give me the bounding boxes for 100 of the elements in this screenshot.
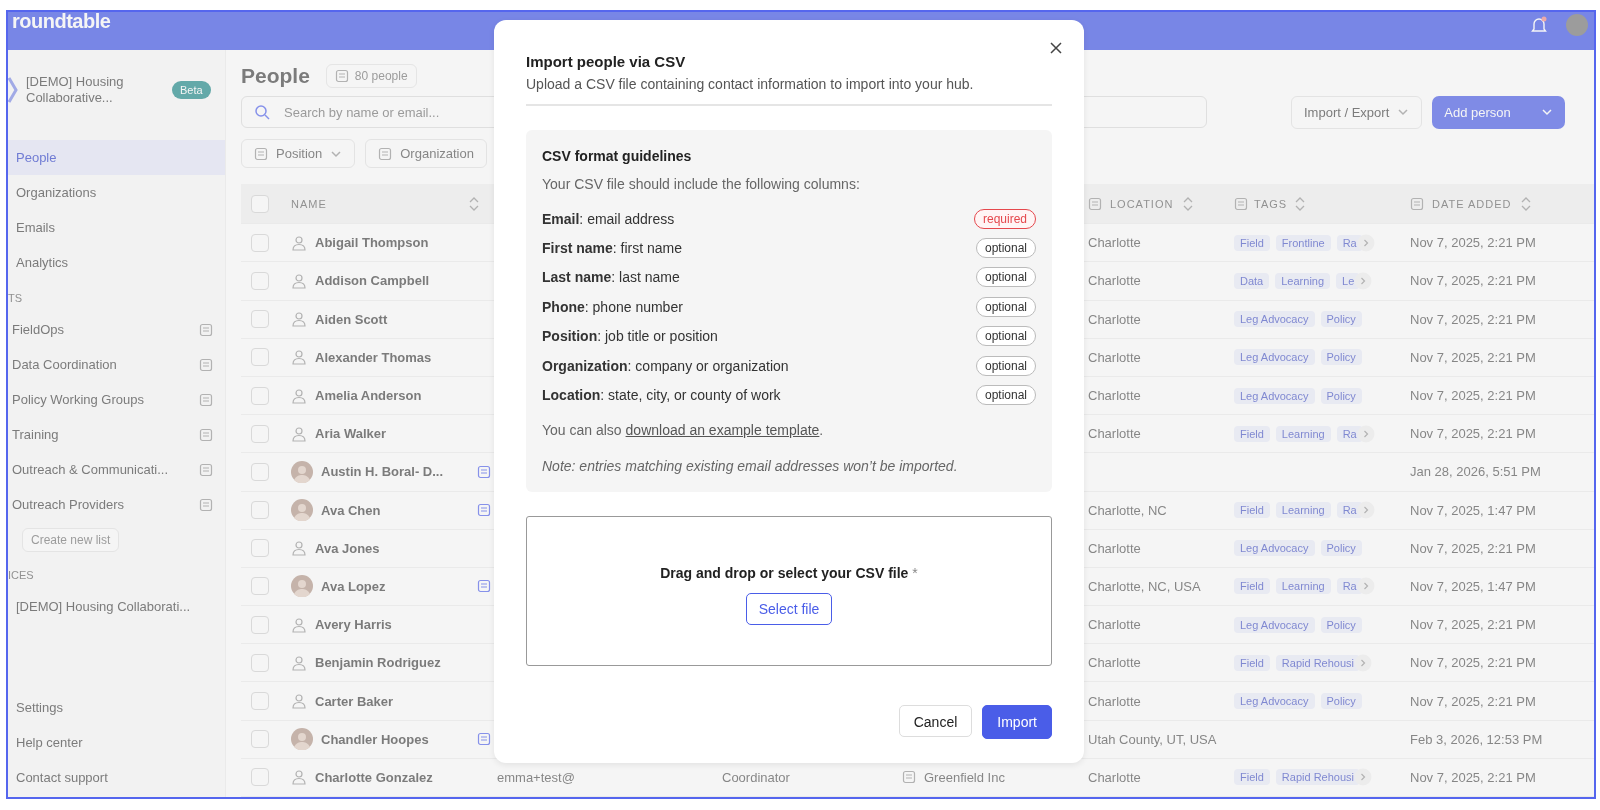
checkbox[interactable] <box>251 768 269 787</box>
person-name[interactable]: Addison Campbell <box>315 273 430 289</box>
person-name[interactable]: Abigail Thompson <box>315 235 429 251</box>
tag: Learning <box>1275 425 1331 442</box>
cancel-button[interactable]: Cancel <box>898 705 973 737</box>
person-name[interactable]: Avery Harris <box>315 617 392 633</box>
filter-button[interactable]: Organization <box>365 139 487 168</box>
create-list-button[interactable]: Create new list <box>22 527 120 552</box>
checkbox[interactable] <box>251 462 269 481</box>
person-name[interactable]: Aria Walker <box>315 426 387 442</box>
table-cell: Charlotte <box>1088 693 1141 709</box>
column-description: Last name: last name <box>542 269 680 286</box>
person-name[interactable]: Charlotte Gonzalez <box>315 769 433 785</box>
drop-zone[interactable]: Drag and drop or select your CSV file * Select file <box>526 515 1052 666</box>
person-name[interactable]: Austin H. Boral- D... <box>321 464 444 480</box>
checkbox[interactable] <box>251 615 269 634</box>
table-cell: Nov 7, 2025, 2:21 PM <box>1410 655 1536 671</box>
tag: Frontline <box>1275 234 1331 251</box>
tag: Learning <box>1275 578 1331 595</box>
bell-icon <box>1530 16 1548 34</box>
column-header[interactable]: DATE ADDED <box>1432 197 1512 210</box>
list-item[interactable]: FieldOps <box>12 322 65 337</box>
column-icon <box>1088 196 1102 211</box>
table-cell: Charlotte <box>1088 426 1141 442</box>
user-avatar[interactable] <box>1566 14 1588 36</box>
person-name[interactable]: Ava Chen <box>321 502 381 518</box>
tag: Policy <box>1320 693 1362 710</box>
checkbox[interactable] <box>251 233 269 252</box>
list-item[interactable]: Policy Working Groups <box>12 392 144 407</box>
select-file-button[interactable]: Select file <box>745 592 833 625</box>
filter-button[interactable]: Position <box>241 139 356 168</box>
column-description: Location: state, city, or county of work <box>542 387 781 404</box>
table-cell: Nov 7, 2025, 1:47 PM <box>1410 578 1536 594</box>
list-icon <box>254 146 268 161</box>
nav-item[interactable]: People <box>8 140 225 175</box>
table-cell: Greenfield Inc <box>924 769 1005 785</box>
workspace-name[interactable]: [DEMO] Housing Collaborative... <box>26 74 146 106</box>
nav-item[interactable]: Emails <box>8 210 225 245</box>
import-export-button[interactable]: Import / Export <box>1291 95 1423 129</box>
person-name[interactable]: Amelia Anderson <box>315 388 422 404</box>
table-cell: Utah County, UT, USA <box>1088 731 1217 747</box>
list-item[interactable]: Outreach Providers <box>12 497 124 512</box>
footer-link[interactable]: Contact support <box>8 760 225 795</box>
person-name[interactable]: Ava Jones <box>315 540 380 556</box>
person-name[interactable]: Aiden Scott <box>315 311 388 327</box>
checkbox[interactable] <box>251 501 269 520</box>
checkbox[interactable] <box>251 310 269 329</box>
guidelines-heading: CSV format guidelines <box>542 148 693 164</box>
footer-link[interactable]: Settings <box>8 690 225 725</box>
tag: Learning <box>1275 272 1331 289</box>
count-chip: 80 people <box>325 63 417 88</box>
table-cell: Nov 7, 2025, 2:21 PM <box>1410 349 1536 365</box>
list-item[interactable]: Data Coordination <box>12 357 117 372</box>
person-name[interactable]: Ava Lopez <box>321 578 386 594</box>
table-cell: Nov 7, 2025, 2:21 PM <box>1410 617 1536 633</box>
checkbox[interactable] <box>251 692 269 711</box>
checkbox[interactable] <box>251 539 269 558</box>
column-header[interactable]: LOCATION <box>1110 197 1174 210</box>
list-item[interactable]: Training <box>12 427 59 442</box>
table-cell: Nov 7, 2025, 2:21 PM <box>1410 769 1536 785</box>
column-header[interactable]: TAGS <box>1254 197 1288 210</box>
tag: Rapid Rehousi <box>1275 769 1360 786</box>
checkbox[interactable] <box>251 653 269 672</box>
person-name[interactable]: Carter Baker <box>315 693 394 709</box>
optional-badge: optional <box>975 296 1036 317</box>
search-input[interactable]: Search by name or email... <box>282 103 1194 121</box>
list-item[interactable]: Outreach & Communicati... <box>12 462 169 477</box>
tag: Field <box>1234 578 1270 595</box>
tag: Leg Advocacy <box>1234 349 1315 366</box>
checkbox[interactable] <box>251 577 269 596</box>
import-note: Note: entries matching existing email addresses won’t be imported. <box>542 457 959 474</box>
checkbox[interactable] <box>251 348 269 367</box>
column-header[interactable]: NAME <box>291 197 327 210</box>
checkbox[interactable] <box>251 194 269 213</box>
nav-item[interactable]: Organizations <box>8 175 225 210</box>
person-name[interactable]: Chandler Hoopes <box>321 731 429 747</box>
table-cell: Nov 7, 2025, 2:21 PM <box>1410 235 1536 251</box>
optional-badge: optional <box>975 355 1036 376</box>
add-person-button[interactable]: Add person <box>1432 95 1565 129</box>
import-button[interactable]: Import <box>982 705 1052 739</box>
column-icon <box>1410 196 1424 211</box>
tag: Field <box>1234 425 1270 442</box>
checkbox[interactable] <box>251 271 269 290</box>
checkbox[interactable] <box>251 386 269 405</box>
table-cell: Charlotte <box>1088 388 1141 404</box>
space-item[interactable]: [DEMO] Housing Collaborati... <box>8 589 225 624</box>
checkbox[interactable] <box>251 424 269 443</box>
required-badge: required <box>973 208 1036 229</box>
table-cell: Charlotte <box>1088 349 1141 365</box>
template-link[interactable]: download an example template <box>625 421 820 438</box>
column-description: Phone: phone number <box>542 298 683 315</box>
person-name[interactable]: Benjamin Rodriguez <box>315 655 441 671</box>
tag: Field <box>1234 502 1270 519</box>
footer-link[interactable]: Help center <box>8 725 225 760</box>
tag: Leg Advocacy <box>1234 616 1315 633</box>
checkbox[interactable] <box>251 730 269 749</box>
table-cell: Charlotte, NC, USA <box>1088 578 1201 594</box>
table-cell: emma+test@ <box>497 769 575 785</box>
person-name[interactable]: Alexander Thomas <box>315 349 432 365</box>
nav-item[interactable]: Analytics <box>8 245 225 280</box>
